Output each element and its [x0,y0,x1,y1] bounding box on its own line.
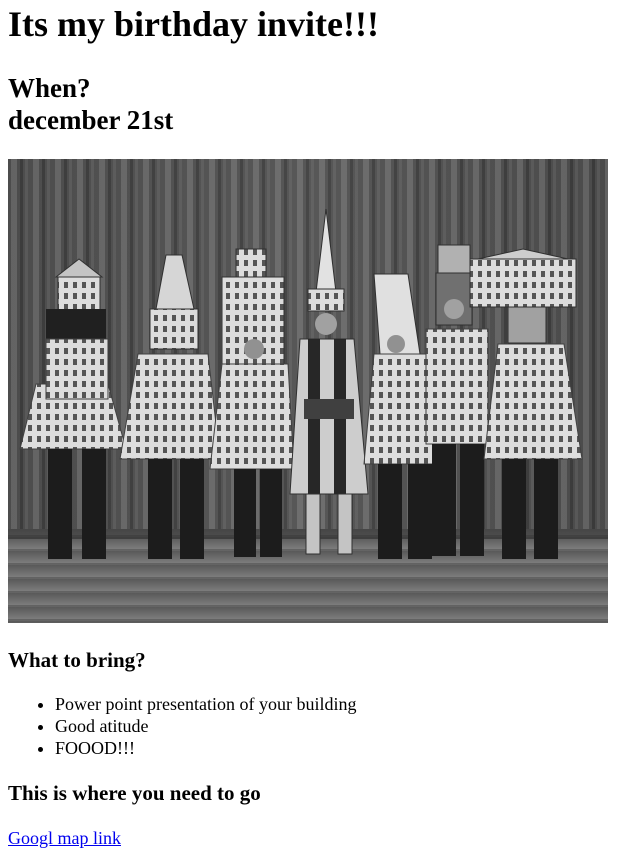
list-item: Power point presentation of your buildin… [55,693,613,715]
when-date: december 21st [8,105,174,135]
page-title: Its my birthday invite!!! [8,4,379,44]
bring-heading: What to bring? [8,648,146,672]
when-heading: When? [8,73,91,103]
where-heading: This is where you need to go [8,781,261,805]
list-item: FOOOD!!! [55,737,613,759]
list-item: Good atitude [55,715,613,737]
costume-photo [8,159,608,623]
bring-list: Power point presentation of your buildin… [8,693,613,759]
photo-image-icon [8,159,608,623]
google-map-link[interactable]: Googl map link [8,828,121,849]
invite-page: Its my birthday invite!!! When? december… [0,0,621,849]
